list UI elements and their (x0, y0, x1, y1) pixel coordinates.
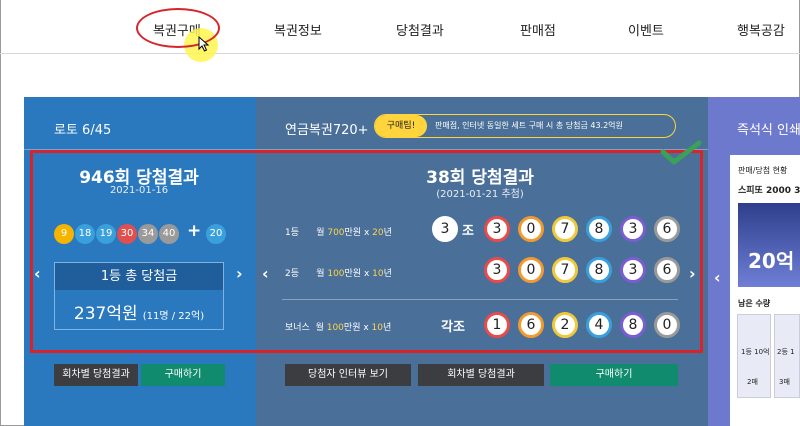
nav-item-lottery-info[interactable]: 복권정보 (274, 20, 322, 39)
top-navigation: 복권구매 복권정보 당첨결과 판매점 이벤트 행복공감 (0, 0, 800, 54)
pension-title[interactable]: 연금복권720+ (285, 119, 369, 138)
instant-prize-col-1: 1등 10억 2매 (737, 314, 771, 398)
purchase-tip: 구매팁! 판매점, 인터넷 동일한 세트 구매 시 총 당첨금 43.2억원 (374, 114, 676, 138)
instant-remaining-label: 남은 수량 (738, 299, 771, 308)
instant-product-name: 스피또 2000 3 (738, 186, 800, 196)
instant-col1-value: 2매 (747, 378, 758, 386)
instant-status-label: 판매/당첨 현황 (738, 166, 788, 175)
instant-col1-label: 1등 10억 (741, 348, 770, 356)
instant-col2-label: 2등 1 (777, 348, 795, 356)
nav-item-winning-results[interactable]: 당첨결과 (396, 20, 444, 39)
annotation-red-rectangle (30, 150, 703, 353)
lotto-buy-button[interactable]: 구매하기 (141, 364, 225, 386)
nav-item-events[interactable]: 이벤트 (628, 20, 664, 39)
tip-text: 판매점, 인터넷 동일한 세트 구매 시 총 당첨금 43.2억원 (435, 121, 623, 130)
instant-promo-text: 20억 (748, 249, 795, 273)
instant-prev-arrow[interactable]: ‹ (714, 268, 721, 287)
winner-interview-button[interactable]: 당첨자 인터뷰 보기 (285, 364, 411, 386)
lotto-round-results-button[interactable]: 회차별 당첨결과 (54, 364, 138, 386)
pension-round-results-button[interactable]: 회차별 당첨결과 (418, 364, 544, 386)
instant-promo-image[interactable]: 20억 (738, 203, 800, 287)
mouse-cursor-icon (198, 36, 210, 52)
instant-col2-value: 3매 (779, 378, 790, 386)
nav-item-retailers[interactable]: 판매점 (520, 20, 556, 39)
instant-title[interactable]: 즉석식 인쇄 (737, 119, 800, 138)
instant-prize-col-2: 2등 1 3매 (774, 314, 800, 398)
lotto-title[interactable]: 로토 6/45 (54, 119, 111, 138)
checkmark-icon (660, 140, 702, 165)
pension-buy-button[interactable]: 구매하기 (550, 364, 678, 386)
nav-item-happy-share[interactable]: 행복공감 (737, 20, 785, 39)
tip-badge: 구매팁! (375, 115, 427, 137)
